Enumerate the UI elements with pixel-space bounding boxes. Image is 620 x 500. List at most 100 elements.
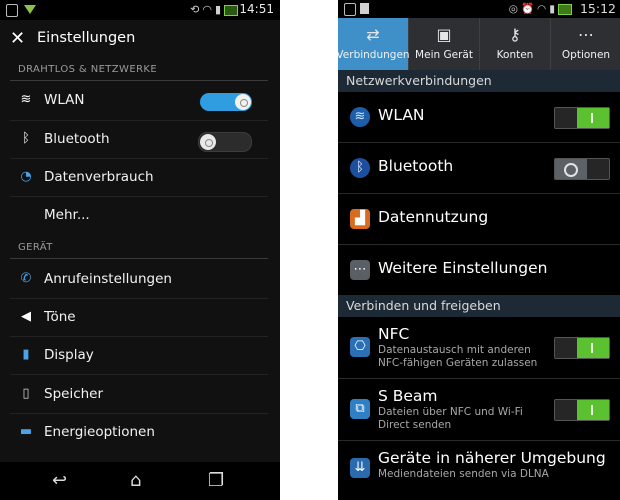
action-bar: ✕ Einstellungen <box>0 20 280 58</box>
tab-label: Verbindungen <box>338 49 410 61</box>
settings-item-datenverbrauch[interactable]: ◔ Datenverbrauch <box>10 159 268 197</box>
tab-label: Optionen <box>561 49 611 61</box>
wlan-toggle[interactable] <box>200 93 252 111</box>
item-label: Anrufeinstellungen <box>44 271 172 287</box>
settings-item-display[interactable]: ▮ Display <box>10 337 268 375</box>
status-clock: 14:51 <box>239 2 274 16</box>
section-header-label: Verbinden und freigeben <box>346 298 501 313</box>
tab-label: Konten <box>496 49 534 61</box>
connections-icon: ⇄ <box>366 25 380 44</box>
data-usage-icon: ▟ <box>350 209 370 229</box>
wifi-icon: ≋ <box>350 107 370 127</box>
settings-item-datennutzung[interactable]: ▟ Datennutzung <box>338 194 620 244</box>
settings-item-speicher[interactable]: ▯ Speicher <box>10 376 268 414</box>
row-divider <box>338 378 620 379</box>
status-icons: ◎⏰◠▮ <box>509 2 572 15</box>
wifi-signal-icon: ◠ <box>537 3 550 15</box>
status-clock: 15:12 <box>579 1 616 16</box>
wifi-signal-icon: ◠ <box>202 3 215 16</box>
notification-icon <box>344 3 356 16</box>
notification-icon <box>24 5 36 14</box>
section-header: GERÄT <box>18 242 53 253</box>
phone-icon: ✆ <box>20 271 32 286</box>
settings-item-bluetooth[interactable]: ᛒ Bluetooth <box>10 121 268 159</box>
nfc-switch[interactable] <box>554 337 610 359</box>
section-header: DRAHTLOS & NETZWERKE <box>18 64 158 75</box>
cell-signal-icon: ▮ <box>214 3 224 16</box>
s-beam-switch[interactable] <box>554 399 610 421</box>
item-label: Speicher <box>44 386 104 402</box>
back-icon[interactable]: ↩ <box>52 470 67 491</box>
item-label: S Beam <box>378 387 438 405</box>
bluetooth-switch[interactable] <box>554 158 610 180</box>
section-header-label: Netzwerkverbindungen <box>346 73 492 88</box>
settings-item-nearby-devices[interactable]: ⇊ Geräte in näherer Umgebung Mediendatei… <box>338 442 620 500</box>
settings-item-weitere-einstellungen[interactable]: ⋯ Weitere Einstellungen <box>338 245 620 295</box>
my-device-icon: ▣ <box>436 25 452 44</box>
section-divider <box>10 80 268 81</box>
nfc-status-icon: ◎ <box>508 3 521 15</box>
row-divider <box>338 440 620 441</box>
tab-mein-geraet[interactable]: ▣ Mein Gerät <box>409 18 480 70</box>
item-label: WLAN <box>378 106 425 124</box>
settings-item-energieoptionen[interactable]: ▬ Energieoptionen <box>10 414 268 452</box>
item-description: Mediendateien senden via DLNA <box>378 468 549 480</box>
page-title: Einstellungen <box>37 30 136 46</box>
bluetooth-toggle[interactable] <box>198 132 252 152</box>
toggle-knob <box>200 134 216 150</box>
home-icon[interactable]: ⌂ <box>130 470 141 491</box>
settings-item-bluetooth[interactable]: ᛒ Bluetooth <box>338 143 620 193</box>
item-label: Energieoptionen <box>44 424 155 440</box>
settings-tools-icon: ✕ <box>10 28 26 49</box>
row-divider <box>10 374 268 375</box>
section-header: Netzwerkverbindungen <box>338 70 620 92</box>
nearby-devices-icon: ⇊ <box>350 458 370 478</box>
tab-optionen[interactable]: ⋯ Optionen <box>551 18 620 70</box>
data-usage-icon: ◔ <box>20 169 32 184</box>
settings-item-nfc[interactable]: ⎔ NFC Datenaustausch mit anderen NFC-fäh… <box>338 318 620 376</box>
speaker-icon: ◀ <box>21 309 31 324</box>
bluetooth-icon: ᛒ <box>350 158 370 178</box>
recent-apps-icon[interactable]: ❐ <box>208 470 224 491</box>
settings-tabs: ⇄ Verbindungen ▣ Mein Gerät ⚷ Konten ⋯ O… <box>338 18 620 70</box>
settings-item-s-beam[interactable]: ⧉ S Beam Dateien über NFC und Wi-Fi Dire… <box>338 380 620 438</box>
item-label: Mehr... <box>44 207 90 223</box>
status-bar: ⟲◠▮ 14:51 <box>0 0 280 20</box>
tab-verbindungen[interactable]: ⇄ Verbindungen <box>338 18 410 70</box>
toggle-knob <box>235 94 251 110</box>
navigation-bar: ↩ ⌂ ❐ <box>0 462 280 500</box>
alarm-icon: ⏰ <box>520 3 538 15</box>
item-label: Weitere Einstellungen <box>378 259 548 277</box>
cell-signal-icon: ▮ <box>549 3 558 15</box>
samsung-settings-screen: ◎⏰◠▮ 15:12 ⇄ Verbindungen ▣ Mein Gerät ⚷… <box>338 0 620 500</box>
battery-icon <box>224 4 238 16</box>
sony-settings-screen: ⟲◠▮ 14:51 ✕ Einstellungen DRAHTLOS & NET… <box>0 0 280 500</box>
section-divider <box>10 258 268 259</box>
item-label: Töne <box>44 309 76 325</box>
settings-item-wlan[interactable]: ≋ WLAN <box>338 92 620 142</box>
settings-item-toene[interactable]: ◀ Töne <box>10 299 268 337</box>
settings-item-anrufeinstellungen[interactable]: ✆ Anrufeinstellungen <box>10 261 268 299</box>
s-beam-icon: ⧉ <box>350 399 370 419</box>
status-bar: ◎⏰◠▮ 15:12 <box>338 0 620 18</box>
display-icon: ▮ <box>22 347 30 362</box>
settings-item-mehr[interactable]: Mehr... <box>10 197 268 235</box>
tab-label: Mein Gerät <box>415 49 473 61</box>
notification-icon <box>360 3 369 14</box>
settings-item-wlan[interactable]: ≋ WLAN <box>10 82 268 120</box>
item-label: Bluetooth <box>44 131 110 147</box>
sync-icon: ⟲ <box>190 3 203 16</box>
options-dots-icon: ⋯ <box>578 25 594 44</box>
accounts-key-icon: ⚷ <box>509 25 521 44</box>
notification-icon <box>6 4 18 17</box>
item-description: Dateien über NFC und Wi-Fi Direct senden <box>378 406 523 431</box>
item-description: Datenaustausch mit anderen NFC-fähigen G… <box>378 344 538 369</box>
wlan-switch[interactable] <box>554 107 610 129</box>
storage-icon: ▯ <box>22 386 30 401</box>
battery-icon: ▬ <box>19 424 33 439</box>
status-icons: ⟲◠▮ <box>190 3 238 16</box>
item-label: WLAN <box>44 92 85 108</box>
item-label: Datenverbrauch <box>44 169 154 185</box>
tab-konten[interactable]: ⚷ Konten <box>480 18 551 70</box>
section-header: Verbinden und freigeben <box>338 295 620 317</box>
